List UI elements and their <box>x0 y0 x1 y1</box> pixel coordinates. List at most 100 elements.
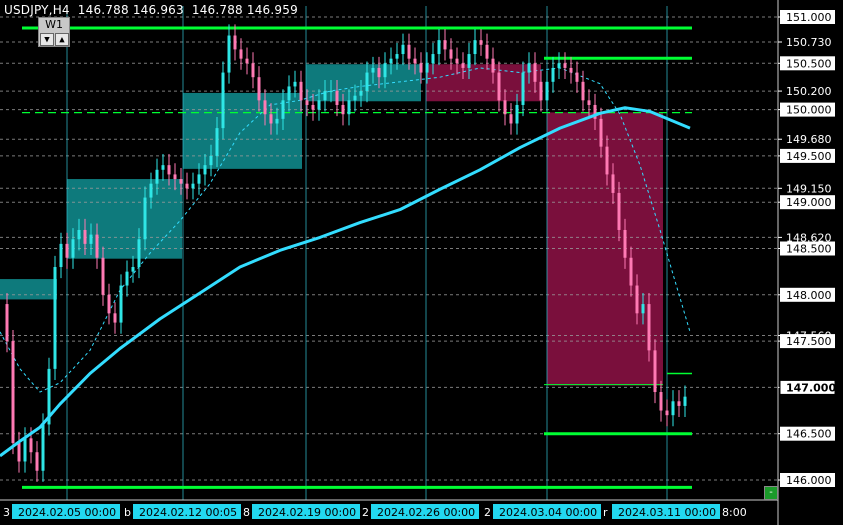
candle-body <box>623 229 627 258</box>
date-label: 2024.03.04 00:00 <box>499 506 597 519</box>
candle-body <box>311 104 315 110</box>
candle-body <box>671 401 675 416</box>
date-label-partial: 2 <box>484 506 491 519</box>
candle-body <box>545 81 549 101</box>
candle-body <box>35 452 39 471</box>
candle-body <box>275 118 279 124</box>
candle-body <box>65 243 69 258</box>
candle-body <box>233 35 237 50</box>
candle-body <box>221 72 225 129</box>
candle-body <box>227 35 231 73</box>
candle-body <box>611 174 615 193</box>
candle-body <box>143 197 147 240</box>
candle-body <box>59 243 63 268</box>
candle-body <box>323 91 327 101</box>
candle-body <box>455 58 459 64</box>
zone-bull-0 <box>0 279 57 300</box>
candle-body <box>605 146 609 175</box>
candle-body <box>683 396 687 406</box>
candle-body <box>581 81 585 101</box>
candle-body <box>29 438 33 453</box>
date-label-partial: 3 <box>3 506 10 519</box>
candle-body <box>473 40 477 55</box>
candle-body <box>107 294 111 314</box>
candle-body <box>305 100 309 105</box>
chart-header: USDJPY,H4 146.788 146.963 146.788 146.959 <box>4 3 302 17</box>
candle-body <box>557 63 561 68</box>
timeframe-switcher[interactable]: W1 ▼ ▲ <box>38 17 70 47</box>
candle-body <box>497 72 501 101</box>
date-label-partial: 8 <box>243 506 250 519</box>
timeframe-up-button[interactable]: ▲ <box>55 33 69 46</box>
candle-body <box>11 341 15 443</box>
candle-body <box>533 63 537 82</box>
candle-body <box>635 285 639 314</box>
candle-body <box>209 155 213 166</box>
timeframe-down-button[interactable]: ▼ <box>40 33 54 46</box>
high-value: 146.963 <box>132 3 184 17</box>
date-label-partial: b <box>124 506 131 519</box>
candle-body <box>5 304 9 342</box>
candle-body <box>383 63 387 78</box>
candle-body <box>563 63 567 68</box>
candle-body <box>83 229 87 244</box>
candle-body <box>263 100 267 115</box>
candle-body <box>425 63 429 73</box>
open-value: 146.788 <box>77 3 129 17</box>
candle-body <box>551 67 555 82</box>
candle-body <box>389 58 393 64</box>
trading-chart-window[interactable]: 151.000 150.730 150.500 150.200 150.000 149.6… <box>0 0 843 525</box>
candle-body <box>113 313 117 323</box>
candle-body <box>197 174 201 184</box>
candle-body <box>527 63 531 73</box>
candle-body <box>575 72 579 82</box>
candle-body <box>479 40 483 45</box>
candle-body <box>215 128 219 156</box>
price-tick-label: 150.500 <box>786 57 832 70</box>
candle-body <box>677 401 681 406</box>
candle-body <box>647 304 651 351</box>
symbol-label: USDJPY,H4 <box>4 3 70 17</box>
candle-body <box>659 392 663 411</box>
date-label-partial: 8:00 <box>722 506 747 519</box>
collapse-button[interactable]: - <box>764 486 778 500</box>
candle-body <box>329 91 333 93</box>
candle-body <box>317 100 321 110</box>
price-tick-label: 146.000 <box>786 474 832 487</box>
low-value: 146.788 <box>191 3 243 17</box>
candle-body <box>599 118 603 147</box>
price-tick-label: 149.150 <box>786 182 832 195</box>
candle-body <box>413 58 417 64</box>
candle-body <box>485 44 489 59</box>
candle-body <box>179 179 183 184</box>
zone-bull-3 <box>306 64 421 102</box>
candle-body <box>509 114 513 124</box>
candle-body <box>521 72 525 105</box>
candle-body <box>239 49 243 59</box>
candle-body <box>539 81 543 101</box>
candle-body <box>395 54 399 59</box>
candle-body <box>203 165 207 175</box>
candle-body <box>443 40 447 50</box>
candle-body <box>401 44 405 55</box>
date-label: 2024.02.26 00:00 <box>377 506 475 519</box>
candle-body <box>359 91 363 96</box>
candle-body <box>587 100 591 105</box>
candle-body <box>341 104 345 115</box>
candle-body <box>287 86 291 101</box>
candle-body <box>437 40 441 55</box>
candle-body <box>299 81 303 101</box>
candle-body <box>131 267 135 272</box>
candle-body <box>245 58 249 64</box>
candle-body <box>629 257 633 286</box>
price-tick-label: 149.680 <box>786 133 832 146</box>
candle-body <box>491 58 495 73</box>
candle-body <box>173 174 177 180</box>
price-tick-label: 148.000 <box>786 289 832 302</box>
price-chart[interactable]: 151.000 150.730 150.500 150.200 150.000 149.6… <box>0 0 843 525</box>
candle-body <box>665 410 669 416</box>
close-value: 146.959 <box>246 3 298 17</box>
date-label: 2024.03.11 00:00 <box>618 506 716 519</box>
price-tick-label: 150.000 <box>786 104 832 117</box>
candle-body <box>149 183 153 198</box>
